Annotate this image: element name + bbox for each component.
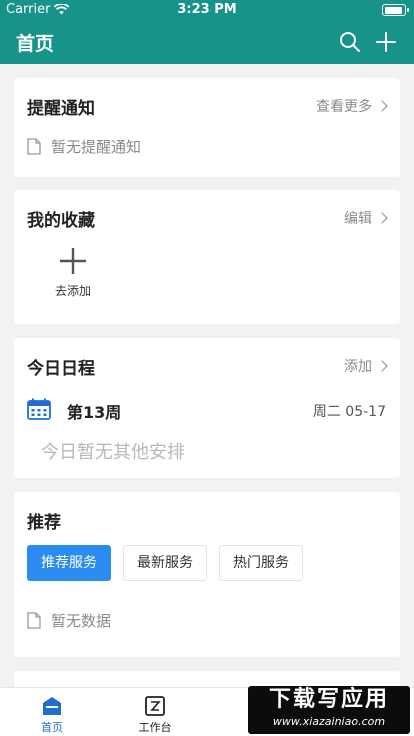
document-icon: [27, 612, 41, 629]
plus-icon: [60, 248, 86, 274]
favorites-card: 我的收藏 编辑 去添加: [14, 190, 400, 324]
home-icon: [43, 697, 61, 715]
week-row: 第13周 周二 05-17: [27, 396, 386, 422]
recommend-card: 推荐 推荐服务 最新服务 热门服务 暂无数据: [14, 492, 400, 657]
watermark-url: www.xiazainiao.com: [272, 715, 386, 728]
search-icon[interactable]: [338, 30, 362, 54]
battery-icon: [382, 4, 409, 16]
chevron-right-icon: [376, 212, 388, 224]
schedule-add-link[interactable]: 添加: [344, 356, 388, 376]
schedule-card: 今日日程 添加 第13周 周二 05-17 今日暂无其他安排: [14, 338, 400, 478]
schedule-add-label: 添加: [344, 359, 372, 375]
recommend-title: 推荐: [27, 513, 61, 533]
status-bar: Carrier 3:23 PM: [0, 0, 414, 20]
page-title: 首页: [16, 33, 55, 55]
app-header: Carrier 3:23 PM 首页: [0, 0, 414, 64]
recommend-empty-text: 暂无数据: [51, 612, 112, 630]
favorites-edit-link[interactable]: 编辑: [344, 208, 388, 228]
watermark-main: 下载写应用: [268, 687, 389, 712]
tab-recommended-services[interactable]: 推荐服务: [27, 545, 111, 581]
add-icon[interactable]: [374, 30, 398, 54]
add-favorite-button[interactable]: 去添加: [50, 246, 96, 299]
workbench-icon: [145, 696, 165, 716]
favorites-title: 我的收藏: [27, 211, 95, 231]
calendar-icon: [27, 398, 51, 420]
chevron-right-icon: [376, 360, 388, 372]
tab-popular-services[interactable]: 热门服务: [219, 545, 303, 581]
reminder-empty-text: 暂无提醒通知: [51, 138, 142, 156]
tab-latest-services[interactable]: 最新服务: [123, 545, 207, 581]
chevron-right-icon: [376, 100, 388, 112]
favorites-edit-label: 编辑: [344, 211, 372, 227]
reminder-more-label: 查看更多: [316, 99, 372, 115]
week-label: 第13周: [67, 403, 122, 422]
nav-bar: 首页: [0, 20, 414, 64]
reminder-more-link[interactable]: 查看更多: [316, 96, 388, 116]
schedule-title: 今日日程: [27, 359, 95, 379]
tab-home[interactable]: 首页: [22, 696, 82, 735]
schedule-empty-text: 今日暂无其他安排: [41, 442, 185, 463]
recommend-tabs: 推荐服务 最新服务 热门服务: [27, 545, 303, 581]
tab-workbench-label: 工作台: [138, 721, 172, 734]
recommend-empty: 暂无数据: [27, 610, 111, 631]
add-favorite-label: 去添加: [54, 284, 91, 298]
reminder-title: 提醒通知: [27, 99, 95, 119]
schedule-date: 周二 05-17: [312, 404, 386, 420]
reminder-card: 提醒通知 查看更多 暂无提醒通知: [14, 78, 400, 177]
status-time: 3:23 PM: [177, 2, 237, 17]
tab-workbench[interactable]: 工作台: [125, 696, 185, 735]
tab-home-label: 首页: [41, 721, 63, 734]
watermark-logo: 下载写应用 www.xiazainiao.com: [248, 686, 410, 734]
reminder-empty: 暂无提醒通知: [27, 136, 141, 157]
document-icon: [27, 138, 41, 155]
